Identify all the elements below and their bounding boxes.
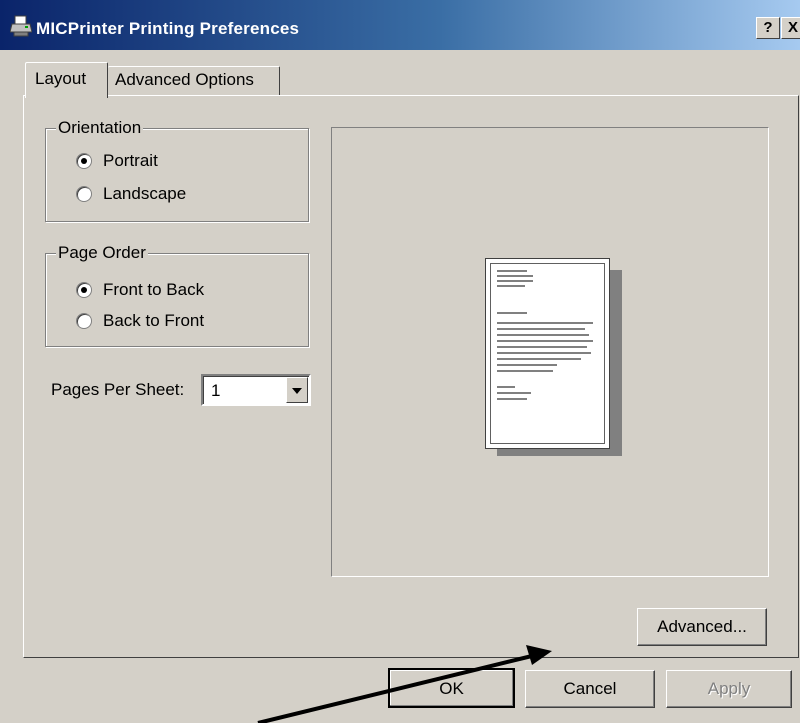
page-text-line [497, 280, 533, 282]
page-text-line [497, 398, 527, 400]
advanced-button[interactable]: Advanced... [637, 608, 767, 646]
window-title: MICPrinter Printing Preferences [36, 19, 300, 38]
page-text-line [497, 285, 525, 287]
page-text-line [497, 392, 531, 394]
cancel-button[interactable]: Cancel [525, 670, 655, 708]
page-text-line [497, 312, 527, 314]
landscape-label[interactable]: Landscape [103, 184, 186, 204]
ok-button[interactable]: OK [388, 668, 515, 708]
page-text-line [497, 364, 557, 366]
page-text-line [497, 322, 593, 324]
orientation-group: Orientation Portrait Landscape [45, 118, 309, 222]
page-text-line [497, 386, 515, 388]
page-text-line [497, 334, 589, 336]
tab-advanced-options[interactable]: Advanced Options [108, 66, 280, 95]
dropdown-arrow-icon[interactable] [286, 377, 308, 403]
page-text-line [497, 352, 591, 354]
landscape-radio[interactable] [76, 186, 92, 202]
portrait-radio[interactable] [76, 153, 92, 169]
page-text-line [497, 346, 587, 348]
page-order-group: Page Order Front to Back Back to Front [45, 243, 309, 347]
orientation-legend: Orientation [56, 118, 144, 138]
page-text-line [497, 275, 533, 277]
radio-selected-dot [81, 287, 87, 293]
page-preview-icon [485, 258, 610, 449]
page-text-line [497, 270, 527, 272]
front-to-back-label[interactable]: Front to Back [103, 280, 204, 300]
pages-per-sheet-value: 1 [211, 381, 221, 400]
pages-per-sheet-label: Pages Per Sheet: [51, 380, 185, 399]
pages-per-sheet-select[interactable]: 1 [201, 374, 311, 406]
apply-button[interactable]: Apply [666, 670, 792, 708]
printer-icon [10, 15, 32, 37]
tab-advanced-options-label: Advanced Options [115, 70, 254, 89]
radio-selected-dot [81, 158, 87, 164]
back-to-front-label[interactable]: Back to Front [103, 311, 204, 331]
front-to-back-radio[interactable] [76, 282, 92, 298]
tab-layout-label: Layout [35, 69, 87, 88]
close-button[interactable]: X [781, 17, 800, 39]
page-text-line [497, 370, 553, 372]
page-preview-border [490, 263, 605, 444]
page-text-line [497, 340, 593, 342]
help-button[interactable]: ? [756, 17, 780, 39]
portrait-label[interactable]: Portrait [103, 151, 158, 171]
title-bar[interactable]: MICPrinter Printing Preferences ? X [0, 0, 800, 50]
page-order-legend: Page Order [56, 243, 148, 263]
page-text-line [497, 358, 581, 360]
back-to-front-radio[interactable] [76, 313, 92, 329]
printing-preferences-dialog: MICPrinter Printing Preferences ? X Layo… [0, 0, 800, 723]
tab-layout[interactable]: Layout [25, 62, 108, 98]
page-text-line [497, 328, 585, 330]
